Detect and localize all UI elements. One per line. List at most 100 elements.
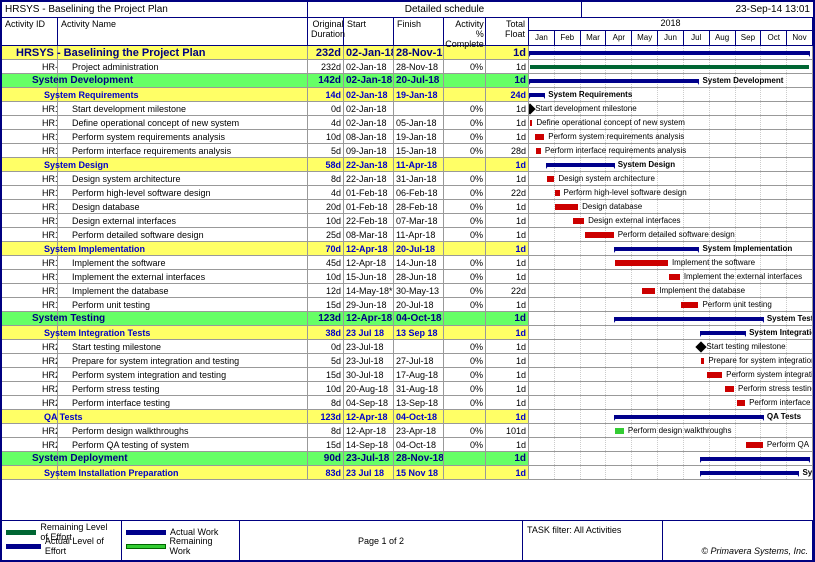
cell-finish: 31-Jan-18 xyxy=(394,172,444,185)
month-cell: Oct xyxy=(761,31,787,45)
activity-row[interactable]: HR1040Design system architecture8d22-Jan… xyxy=(2,172,813,186)
cell-finish: 19-Jan-18 xyxy=(394,88,444,101)
activity-row[interactable]: HR1050Perform high-level software design… xyxy=(2,186,813,200)
cell-duration: 232d xyxy=(308,46,344,59)
cell-finish: 11-Apr-18 xyxy=(394,158,444,171)
activity-row[interactable]: HR2010Prepare for system integration and… xyxy=(2,354,813,368)
activity-row[interactable]: HR1090Implement the software45d12-Apr-18… xyxy=(2,256,813,270)
cell-duration: 123d xyxy=(308,410,344,423)
cell-start: 23-Jul-18 xyxy=(344,452,394,465)
cell-id: HR1110 xyxy=(2,284,58,297)
task-bar xyxy=(536,148,541,154)
cell-name xyxy=(58,312,308,325)
cell-name: Perform detailed software design xyxy=(58,228,308,241)
activity-row[interactable]: HR2050Perform design walkthroughs8d12-Ap… xyxy=(2,424,813,438)
report-title: HRSYS - Baselining the Project Plan xyxy=(2,2,308,17)
cell-name xyxy=(58,74,308,87)
cell-duration: 12d xyxy=(308,284,344,297)
gantt-label: Start testing milestone xyxy=(706,340,785,353)
cell-start: 12-Apr-18 xyxy=(344,410,394,423)
activity-row[interactable]: System Integration Tests38d23 Jul 1813 S… xyxy=(2,326,813,340)
activity-row[interactable]: HR2000Start testing milestone0d23-Jul-18… xyxy=(2,340,813,354)
activity-row[interactable]: HR2040Perform interface testing8d04-Sep-… xyxy=(2,396,813,410)
col-total-float: Total Float xyxy=(486,18,529,45)
activity-row[interactable]: QA Tests123d12-Apr-1804-Oct-181dQA Tests xyxy=(2,410,813,424)
cell-id: HR-ADMIN xyxy=(2,60,58,73)
gantt-label: Sy xyxy=(802,466,812,479)
activity-row[interactable]: HR1020Perform system requirements analys… xyxy=(2,130,813,144)
cell-duration: 25d xyxy=(308,228,344,241)
gantt-cell: Start development milestone xyxy=(529,102,813,115)
activity-row[interactable]: HR1100Implement the external interfaces1… xyxy=(2,270,813,284)
activity-row[interactable]: HR1080Perform detailed software design25… xyxy=(2,228,813,242)
activity-row[interactable]: System Requirements14d02-Jan-1819-Jan-18… xyxy=(2,88,813,102)
col-activity-id: Activity ID xyxy=(2,18,58,45)
cell-float: 1d xyxy=(486,396,529,409)
month-cell: Jul xyxy=(684,31,710,45)
cell-duration: 8d xyxy=(308,396,344,409)
summary-bar xyxy=(530,51,810,55)
cell-id: HRSYS - Baselining the Project Plan xyxy=(2,46,58,59)
task-bar xyxy=(707,372,722,378)
cell-id: System Requirements xyxy=(2,88,58,101)
activity-row[interactable]: HR2030Perform stress testing10d20-Aug-18… xyxy=(2,382,813,396)
activity-row[interactable]: HRSYS - Baselining the Project Plan232d0… xyxy=(2,46,813,60)
cell-id: HR1060 xyxy=(2,200,58,213)
activity-row[interactable]: HR1000Start development milestone0d02-Ja… xyxy=(2,102,813,116)
activity-row[interactable]: HR1060Design database20d01-Feb-1828-Feb-… xyxy=(2,200,813,214)
cell-float: 101d xyxy=(486,424,529,437)
cell-float: 1d xyxy=(486,242,529,255)
activity-row[interactable]: HR1010Define operational concept of new … xyxy=(2,116,813,130)
month-cell: May xyxy=(632,31,658,45)
cell-id: HR1000 xyxy=(2,102,58,115)
activity-row[interactable]: HR2020Perform system integration and tes… xyxy=(2,368,813,382)
activity-row[interactable]: HR2060Perform QA testing of system15d14-… xyxy=(2,438,813,452)
cell-pct xyxy=(444,466,486,479)
gantt-label: Perform detailed software design xyxy=(618,228,735,241)
cell-duration: 232d xyxy=(308,60,344,73)
cell-pct: 0% xyxy=(444,438,486,451)
gantt-cell: Prepare for system integration xyxy=(529,354,813,367)
cell-start: 09-Jan-18 xyxy=(344,144,394,157)
summary-bar xyxy=(615,317,763,321)
task-filter: TASK filter: All Activities xyxy=(523,521,663,560)
summary-bar xyxy=(615,415,763,419)
cell-start: 23 Jul 18 xyxy=(344,466,394,479)
activity-row[interactable]: System Installation Preparation83d23 Jul… xyxy=(2,466,813,480)
cell-float: 22d xyxy=(486,284,529,297)
cell-pct: 0% xyxy=(444,186,486,199)
gantt-cell: Perform system requirements analysis xyxy=(529,130,813,143)
cell-finish: 13-Sep-18 xyxy=(394,396,444,409)
activity-row[interactable]: System Deployment90d23-Jul-1828-Nov-181d xyxy=(2,452,813,466)
gantt-cell: System Integration xyxy=(529,326,813,339)
activity-row[interactable]: System Development142d02-Jan-1820-Jul-18… xyxy=(2,74,813,88)
activity-row[interactable]: System Testing123d12-Apr-1804-Oct-181dSy… xyxy=(2,312,813,326)
cell-float: 24d xyxy=(486,88,529,101)
gantt-label: Perform high-level software design xyxy=(564,186,687,199)
activity-row[interactable]: HR1110Implement the database12d14-May-18… xyxy=(2,284,813,298)
activity-row[interactable]: System Design58d22-Jan-1811-Apr-181dSyst… xyxy=(2,158,813,172)
cell-float: 1d xyxy=(486,326,529,339)
cell-finish: 11-Apr-18 xyxy=(394,228,444,241)
cell-finish: 27-Jul-18 xyxy=(394,354,444,367)
cell-name: Perform stress testing xyxy=(58,382,308,395)
task-bar xyxy=(746,442,763,448)
gantt-label: System Testing xyxy=(767,312,813,325)
cell-start: 02-Jan-18 xyxy=(344,74,394,87)
cell-pct: 0% xyxy=(444,396,486,409)
gantt-label: Design external interfaces xyxy=(588,214,681,227)
cell-float: 1d xyxy=(486,340,529,353)
cell-duration: 15d xyxy=(308,368,344,381)
gantt-cell xyxy=(529,452,813,465)
task-bar xyxy=(737,400,745,406)
activity-row[interactable]: HR1070Design external interfaces10d22-Fe… xyxy=(2,214,813,228)
activity-row[interactable]: System Implementation70d12-Apr-1820-Jul-… xyxy=(2,242,813,256)
activity-row[interactable]: HR-ADMINProject administration232d02-Jan… xyxy=(2,60,813,74)
activity-row[interactable]: HR1120Perform unit testing15d29-Jun-1820… xyxy=(2,298,813,312)
cell-pct xyxy=(444,312,486,325)
cell-float: 1d xyxy=(486,200,529,213)
cell-start: 30-Jul-18 xyxy=(344,368,394,381)
loe-bar xyxy=(530,65,810,69)
gantt-label: Define operational concept of new system xyxy=(536,116,685,129)
activity-row[interactable]: HR1030Perform interface requirements ana… xyxy=(2,144,813,158)
